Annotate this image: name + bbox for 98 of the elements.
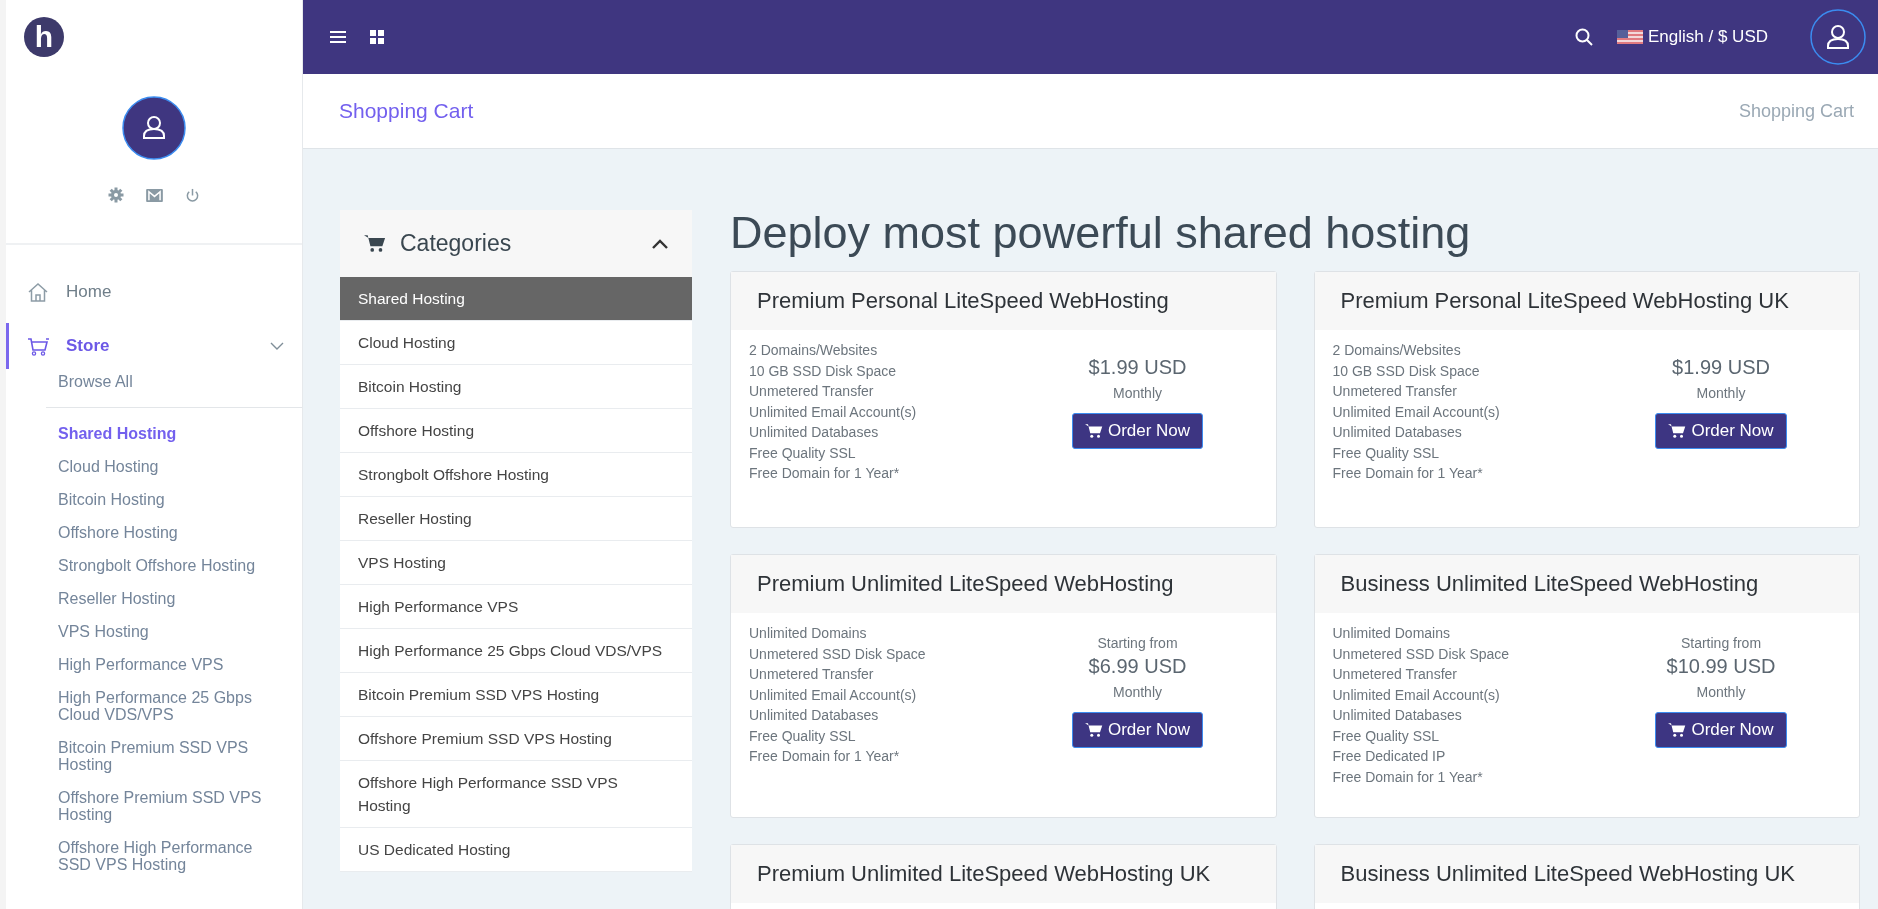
nav-link[interactable]: Strongbolt Offshore Hosting bbox=[6, 549, 302, 582]
category-item[interactable]: Bitcoin Premium SSD VPS Hosting bbox=[340, 673, 692, 717]
feature-text: Free Dedicated IP bbox=[1332, 747, 1447, 766]
category-item[interactable]: Cloud Hosting bbox=[340, 321, 692, 365]
product-name: Premium Personal LiteSpeed WebHosting UK bbox=[1340, 288, 1789, 314]
cart-icon bbox=[364, 234, 386, 253]
feature-text: Unlimited Domains bbox=[1332, 624, 1451, 643]
feature-text: Free Quality SSL bbox=[1332, 443, 1441, 463]
chevron-icon bbox=[270, 342, 284, 350]
product-name: Business Unlimited LiteSpeed WebHosting bbox=[1340, 571, 1759, 597]
feature-text: Free Quality SSL bbox=[749, 726, 857, 746]
billing-cycle: Monthly bbox=[1113, 385, 1162, 401]
category-item[interactable]: High Performance 25 Gbps Cloud VDS/VPS bbox=[340, 629, 692, 673]
product-name: Premium Unlimited LiteSpeed WebHosting UK bbox=[757, 861, 1211, 887]
nav-link[interactable]: Shared Hosting bbox=[6, 417, 302, 450]
cart-icon bbox=[27, 336, 49, 356]
feature-text: Unmetered SSD Disk Space bbox=[749, 644, 927, 664]
price: $6.99 USD bbox=[1088, 655, 1187, 678]
feature-text: Unlimited Email Account(s) bbox=[1332, 402, 1501, 422]
nav-link[interactable]: Cloud Hosting bbox=[6, 450, 302, 483]
user-icon[interactable] bbox=[1810, 9, 1866, 65]
feature-text: Free Quality SSL bbox=[1332, 726, 1441, 746]
language-selector[interactable]: English / $ USD bbox=[1617, 27, 1768, 47]
grid-icon[interactable] bbox=[370, 30, 384, 44]
cart-icon bbox=[1668, 423, 1687, 439]
power-icon[interactable] bbox=[185, 187, 200, 203]
feature-text: Unmetered Transfer bbox=[749, 665, 875, 684]
feature-text: Unlimited Databases bbox=[749, 423, 880, 442]
section-heading: Deploy most powerful shared hosting bbox=[730, 209, 1472, 260]
billing-cycle: Monthly bbox=[1696, 385, 1746, 401]
mail-icon[interactable] bbox=[146, 188, 163, 202]
cart-icon bbox=[1668, 722, 1687, 738]
category-item[interactable]: VPS Hosting bbox=[340, 541, 692, 585]
product-name: Premium Unlimited LiteSpeed WebHosting bbox=[757, 571, 1174, 597]
category-item[interactable]: US Dedicated Hosting bbox=[340, 828, 692, 872]
category-item[interactable]: High Performance VPS bbox=[340, 585, 692, 629]
feature-text: Unlimited Email Account(s) bbox=[749, 685, 918, 705]
panel-title: Categories bbox=[400, 230, 512, 257]
feature-text: Free Domain for 1 Year* bbox=[749, 747, 901, 766]
nav-link[interactable]: Reseller Hosting bbox=[6, 582, 302, 615]
cart-icon bbox=[1084, 722, 1103, 738]
feature-text: 10 GB SSD Disk Space bbox=[1332, 361, 1481, 381]
order-button[interactable]: Order Now bbox=[1655, 712, 1787, 748]
settings-icon[interactable] bbox=[108, 187, 124, 203]
nav-link[interactable]: High Performance 25 Gbps Cloud VDS/VPS bbox=[6, 681, 302, 731]
category-item[interactable]: Reseller Hosting bbox=[340, 497, 692, 541]
feature-text: Free Quality SSL bbox=[749, 443, 857, 463]
page-title: Shopping Cart bbox=[339, 99, 474, 123]
feature-text: Free Domain for 1 Year* bbox=[1332, 767, 1484, 787]
feature-text: Unlimited Domains bbox=[749, 624, 868, 643]
search-icon[interactable] bbox=[1575, 28, 1593, 46]
flag-icon bbox=[1617, 30, 1643, 44]
nav-link[interactable]: High Performance VPS bbox=[6, 648, 302, 681]
menu-icon[interactable] bbox=[330, 30, 346, 44]
feature-text: Unmetered Transfer bbox=[1332, 382, 1458, 401]
user-avatar-icon[interactable] bbox=[122, 96, 186, 160]
nav-link[interactable]: Offshore Premium SSD VPS Hosting bbox=[6, 781, 302, 831]
nav-link[interactable]: Offshore High Performance SSD VPS Hosting bbox=[6, 831, 302, 881]
nav-item[interactable]: Home bbox=[6, 269, 302, 315]
order-button[interactable]: Order Now bbox=[1071, 413, 1204, 449]
category-item[interactable]: Strongbolt Offshore Hosting bbox=[340, 453, 692, 497]
feature-text: Unlimited Databases bbox=[1332, 423, 1463, 442]
feature-text: 2 Domains/Websites bbox=[1332, 341, 1462, 360]
order-button[interactable]: Order Now bbox=[1655, 413, 1787, 449]
feature-text: Unmetered SSD Disk Space bbox=[1332, 644, 1511, 664]
product-name: Business Unlimited LiteSpeed WebHosting UK bbox=[1340, 861, 1795, 887]
category-item[interactable]: Offshore Premium SSD VPS Hosting bbox=[340, 717, 692, 761]
feature-text: Unmetered Transfer bbox=[749, 382, 875, 401]
feature-text: Free Domain for 1 Year* bbox=[749, 464, 901, 483]
feature-text: Unlimited Databases bbox=[749, 706, 880, 725]
product-name: Premium Personal LiteSpeed WebHosting bbox=[757, 288, 1169, 314]
feature-text: Free Domain for 1 Year* bbox=[1332, 464, 1484, 483]
feature-text: Unmetered Transfer bbox=[1332, 665, 1458, 684]
category-item[interactable]: Offshore High Performance SSD VPS Hosting bbox=[340, 761, 692, 828]
nav-link[interactable]: Bitcoin Hosting bbox=[6, 483, 302, 516]
nav-link[interactable]: VPS Hosting bbox=[6, 615, 302, 648]
category-item[interactable]: Shared Hosting bbox=[340, 277, 692, 321]
cart-icon bbox=[1084, 423, 1103, 439]
caret-icon[interactable] bbox=[652, 238, 668, 249]
feature-text: 10 GB SSD Disk Space bbox=[749, 361, 898, 381]
price: $1.99 USD bbox=[1088, 356, 1187, 379]
feature-text: Unlimited Email Account(s) bbox=[749, 402, 918, 422]
feature-text: Unlimited Databases bbox=[1332, 706, 1463, 725]
price: $1.99 USD bbox=[1672, 356, 1770, 379]
billing-cycle: Monthly bbox=[1696, 684, 1746, 700]
feature-text: 2 Domains/Websites bbox=[749, 341, 879, 360]
order-button[interactable]: Order Now bbox=[1071, 712, 1204, 748]
feature-text: Unlimited Email Account(s) bbox=[1332, 685, 1501, 705]
price-prefix: Starting from bbox=[1680, 635, 1762, 651]
nav-link[interactable]: Offshore Hosting bbox=[6, 516, 302, 549]
logo[interactable]: h bbox=[24, 17, 64, 57]
billing-cycle: Monthly bbox=[1113, 684, 1162, 700]
nav-link[interactable]: Bitcoin Premium SSD VPS Hosting bbox=[6, 731, 302, 781]
category-item[interactable]: Offshore Hosting bbox=[340, 409, 692, 453]
home-icon bbox=[27, 281, 49, 303]
price-prefix: Starting from bbox=[1097, 635, 1178, 651]
category-item[interactable]: Bitcoin Hosting bbox=[340, 365, 692, 409]
price: $10.99 USD bbox=[1666, 655, 1776, 678]
